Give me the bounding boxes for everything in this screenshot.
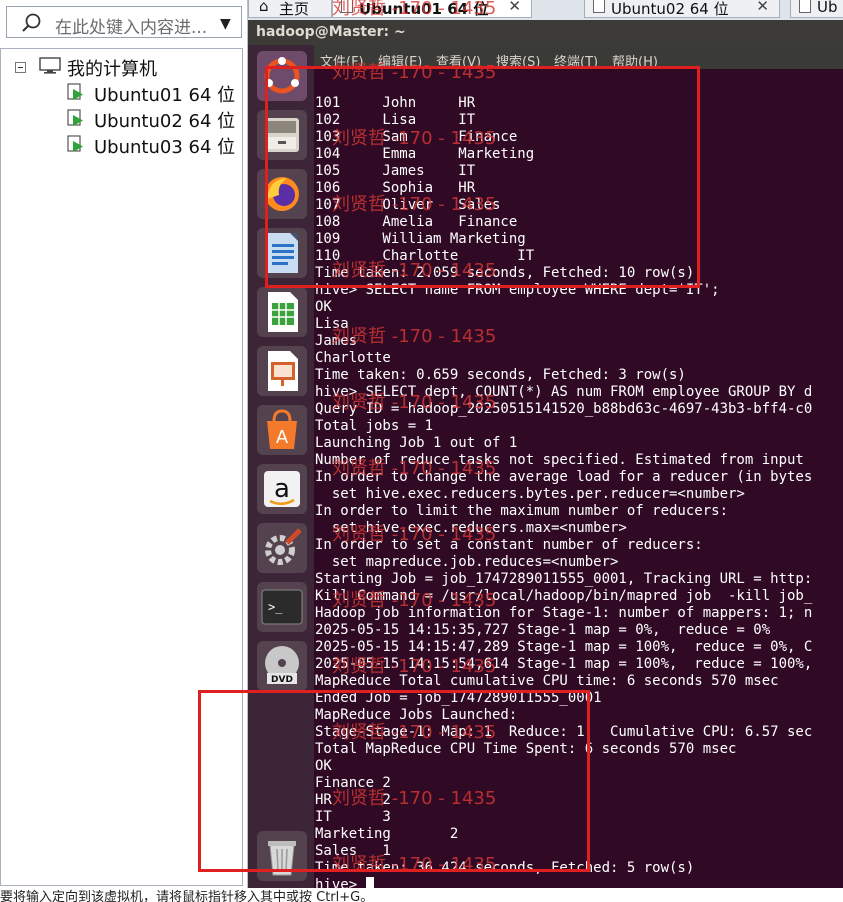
terminal-line: 2025-05-15 14:15:35,727 Stage-1 map = 0%… bbox=[315, 622, 771, 638]
status-bar: 要将输入定向到该虚拟机，请将鼠标指针移入其中或按 Ctrl+G。 bbox=[0, 888, 843, 902]
vm-running-icon bbox=[67, 135, 83, 152]
tab-label: Ubuntu02 64 位 bbox=[611, 0, 729, 18]
calc-icon[interactable] bbox=[257, 287, 307, 337]
tree-root-label: 我的计算机 bbox=[67, 59, 157, 80]
terminal-title-bar[interactable]: hadoop@Master: ~ bbox=[248, 20, 843, 45]
tree-item-ubuntu03[interactable]: Ubuntu03 64 位 bbox=[1, 131, 241, 158]
dvd-icon[interactable]: DVD bbox=[257, 641, 307, 691]
svg-text:A: A bbox=[276, 427, 289, 448]
vm-running-icon bbox=[67, 83, 83, 100]
terminal-title: hadoop@Master: ~ bbox=[256, 24, 406, 40]
home-icon: ⌂ bbox=[259, 0, 269, 15]
watermark: 刘贤哲 -170 - 1435 bbox=[332, 524, 497, 545]
terminal-line: OK bbox=[315, 299, 332, 315]
terminal-line: Launching Job 1 out of 1 bbox=[315, 435, 518, 451]
watermark: 刘贤哲 -170 - 1435 bbox=[332, 656, 497, 677]
terminal-line: Total jobs = 1 bbox=[315, 418, 434, 434]
tree-item-label: Ubuntu02 64 位 bbox=[94, 111, 236, 132]
terminal-line: set mapreduce.job.reduces=<number> bbox=[315, 554, 619, 570]
tab-label: Ub bbox=[817, 0, 838, 16]
tree-item-label: Ubuntu03 64 位 bbox=[94, 137, 236, 158]
tab-ubuntu02[interactable]: Ubuntu02 64 位 ✕ bbox=[584, 0, 780, 18]
vm-running-icon bbox=[67, 109, 83, 126]
tree-item-label: Ubuntu01 64 位 bbox=[94, 85, 236, 106]
impress-icon[interactable] bbox=[257, 346, 307, 396]
collapse-toggle-icon[interactable] bbox=[15, 62, 26, 73]
tree-item-ubuntu02[interactable]: Ubuntu02 64 位 bbox=[1, 105, 241, 132]
search-placeholder[interactable]: 在此处键入内容进... bbox=[55, 13, 207, 38]
vm-running-icon bbox=[593, 0, 605, 13]
close-icon[interactable]: ✕ bbox=[508, 0, 521, 15]
close-icon[interactable]: ✕ bbox=[756, 0, 769, 15]
text-cursor bbox=[365, 877, 374, 888]
svg-text:DVD: DVD bbox=[271, 675, 293, 685]
terminal-line: Charlotte bbox=[315, 350, 391, 366]
settings-icon[interactable] bbox=[257, 523, 307, 573]
library-search-box[interactable]: 在此处键入内容进... ▼ bbox=[6, 6, 242, 38]
terminal-icon[interactable]: >_ bbox=[257, 582, 307, 632]
highlight-box-top bbox=[265, 66, 700, 288]
tab-home[interactable]: ⌂ 主页 bbox=[248, 0, 332, 18]
terminal-prompt-line[interactable]: hive> bbox=[315, 877, 374, 888]
svg-text:>_: >_ bbox=[268, 600, 283, 614]
amazon-icon[interactable]: a bbox=[257, 464, 307, 514]
terminal-line: In order to limit the maximum number of … bbox=[315, 503, 729, 519]
status-text: 要将输入定向到该虚拟机，请将鼠标指针移入其中或按 Ctrl+G。 bbox=[0, 890, 374, 902]
tree-item-ubuntu01[interactable]: Ubuntu01 64 位 bbox=[1, 79, 241, 106]
hive-prompt: hive> bbox=[315, 877, 366, 888]
software-center-icon[interactable]: A bbox=[257, 405, 307, 455]
watermark: 刘贤哲 -170 - 1435 bbox=[332, 326, 497, 347]
chevron-down-icon[interactable]: ▼ bbox=[220, 16, 231, 32]
watermark: 刘贤哲 -170 - 1435 bbox=[332, 590, 497, 611]
highlight-box-bottom bbox=[198, 690, 590, 872]
tab-label: 主页 bbox=[279, 0, 310, 18]
terminal-line: Time taken: 0.659 seconds, Fetched: 3 ro… bbox=[315, 367, 686, 383]
svg-text:a: a bbox=[274, 474, 290, 504]
search-icon bbox=[22, 13, 41, 32]
tree-root-my-computer[interactable]: 我的计算机 bbox=[1, 53, 241, 80]
terminal-line: set hive.exec.reducers.bytes.per.reducer… bbox=[315, 486, 745, 502]
vm-running-icon bbox=[799, 0, 811, 13]
tab-ubuntu03[interactable]: Ub bbox=[790, 0, 843, 18]
watermark: 刘贤哲 -170 - 1435 bbox=[332, 0, 497, 19]
watermark: 刘贤哲 -170 - 1435 bbox=[332, 458, 497, 479]
watermark: 刘贤哲 -170 - 1435 bbox=[332, 392, 497, 413]
computer-icon bbox=[39, 57, 61, 74]
